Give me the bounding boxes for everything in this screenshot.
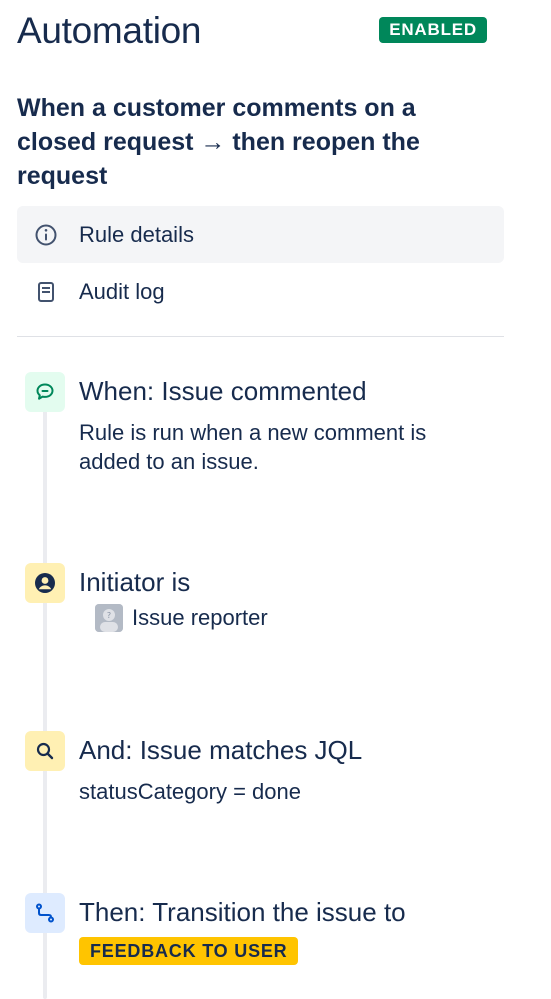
rule-nav: Rule details Audit log — [17, 206, 504, 320]
initiator-value: ? Issue reporter — [95, 604, 268, 632]
step-description: Rule is run when a new comment is added … — [79, 420, 427, 474]
page-title: Automation — [17, 10, 202, 51]
info-icon — [33, 222, 59, 248]
target-status-lozenge: FEEDBACK TO USER — [79, 937, 299, 965]
nav-item-rule-details[interactable]: Rule details — [17, 206, 504, 263]
rule-step-initiator-condition[interactable]: Initiator is ? Issue reporter — [25, 563, 525, 643]
enabled-status-badge[interactable]: ENABLED — [379, 17, 487, 43]
reporter-avatar: ? — [95, 604, 123, 632]
step-title: Initiator is — [79, 567, 191, 597]
nav-item-label: Audit log — [79, 278, 165, 304]
rule-step-jql-condition[interactable]: And: Issue matches JQL statusCategory = … — [25, 731, 525, 811]
jql-query: statusCategory = done — [79, 779, 301, 804]
svg-text:?: ? — [107, 611, 111, 620]
header: Automation ENABLED — [17, 8, 487, 58]
rule-name: When a customer comments on a closed req… — [17, 94, 420, 190]
initiator-label: Issue reporter — [132, 605, 268, 630]
comment-icon — [25, 372, 65, 412]
automation-panel: Automation ENABLED When a customer comme… — [0, 0, 551, 999]
step-title: When: Issue commented — [79, 376, 367, 406]
user-icon — [25, 563, 65, 603]
step-title: And: Issue matches JQL — [79, 735, 363, 765]
rule-step-trigger[interactable]: When: Issue commented Rule is run when a… — [25, 372, 525, 482]
step-title: Then: Transition the issue to — [79, 897, 406, 927]
rule-step-transition-action[interactable]: Then: Transition the issue to FEEDBACK T… — [25, 893, 525, 973]
nav-item-label: Rule details — [79, 221, 194, 247]
divider — [17, 336, 504, 337]
nav-item-audit-log[interactable]: Audit log — [17, 263, 504, 320]
document-icon — [33, 279, 59, 305]
search-icon — [25, 731, 65, 771]
transition-icon — [25, 893, 65, 933]
